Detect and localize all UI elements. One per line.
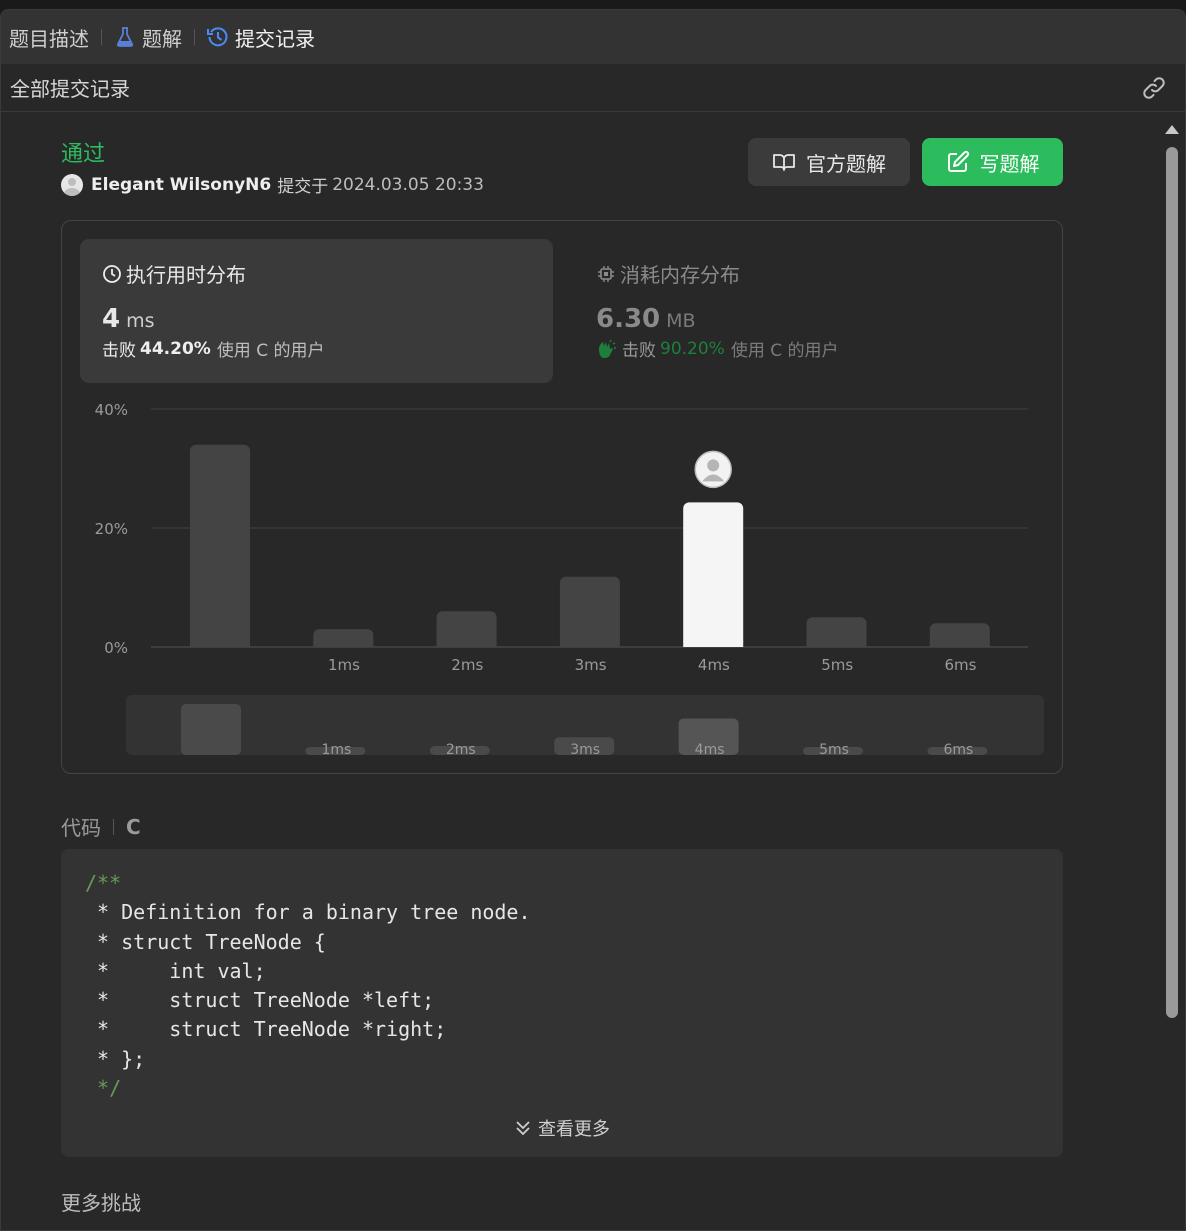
navigator-tick-label: 6ms <box>943 742 973 758</box>
y-tick-label: 40% <box>95 401 128 419</box>
x-tick-label: 2ms <box>451 656 483 674</box>
view-more-label: 查看更多 <box>538 1119 610 1140</box>
code-language: C <box>126 814 141 839</box>
double-chevron-down-icon <box>514 1119 532 1137</box>
x-tick-label: 5ms <box>821 656 853 674</box>
x-tick-label: 1ms <box>328 656 360 674</box>
navigator-tick-label: 3ms <box>570 742 600 758</box>
submission-status: 通过 <box>61 142 106 167</box>
avatar-head <box>707 459 720 472</box>
memory-value: 6.30 <box>596 304 661 334</box>
code-label-divider <box>113 818 114 835</box>
tab-bar: 题目描述 题解 提交记录 <box>1 10 1185 64</box>
code-line: * Definition for a binary tree node. <box>85 900 531 925</box>
username[interactable]: Elegant WilsonyN6 <box>91 175 271 195</box>
runtime-beat-tail: 使用 C 的用户 <box>216 341 325 361</box>
runtime-card[interactable]: 执行用时分布 4 ms 击败 44.20% 使用 C 的用户 <box>80 239 553 383</box>
code-line: * }; <box>85 1046 146 1071</box>
y-tick-label: 0% <box>104 639 128 657</box>
avatar[interactable] <box>61 173 83 196</box>
x-tick-label: 3ms <box>575 656 607 674</box>
bar-base <box>683 641 744 647</box>
scroll-up-arrow[interactable] <box>1165 125 1179 134</box>
tab-submissions-label: 提交记录 <box>235 26 315 51</box>
memory-title: 消耗内存分布 <box>596 259 1044 288</box>
submitted-label: 提交于 <box>277 177 329 197</box>
runtime-value-row: 4 ms <box>102 304 553 334</box>
code-line: * struct TreeNode *left; <box>85 988 435 1013</box>
clapping-hands-icon <box>596 339 618 359</box>
submission-window: 题目描述 题解 提交记录 全部提交记录 通过 Elegant WilsonyN6… <box>0 9 1186 1231</box>
bar <box>559 576 620 647</box>
link-icon[interactable] <box>1141 75 1167 101</box>
code-label: 代码 <box>61 816 101 840</box>
official-solution-label: 官方题解 <box>806 151 886 176</box>
all-submissions-title[interactable]: 全部提交记录 <box>10 73 130 102</box>
submission-time: 2024.03.05 20:33 <box>332 174 484 195</box>
submissions-header: 全部提交记录 <box>1 64 1185 112</box>
code-line: /** <box>85 871 122 895</box>
more-challenges-heading: 更多挑战 <box>61 1191 141 1215</box>
navigator-tick-label: 1ms <box>321 742 351 758</box>
write-solution-button[interactable]: 写题解 <box>922 138 1063 186</box>
bar <box>190 444 250 647</box>
book-icon <box>772 150 796 174</box>
navigator-bar <box>181 704 241 755</box>
code-line: * struct TreeNode *right; <box>85 1017 447 1042</box>
tab-solutions-label: 题解 <box>142 26 182 51</box>
memory-value-row: 6.30 MB <box>596 304 1044 334</box>
runtime-unit: ms <box>126 310 155 332</box>
y-tick-label: 20% <box>95 520 128 538</box>
bar-base <box>806 641 867 647</box>
tab-description[interactable]: 题目描述 <box>9 10 89 64</box>
clock-icon <box>102 264 122 284</box>
memory-card[interactable]: 消耗内存分布 6.30 MB 击败 90.20% 使用 C 的用户 <box>574 239 1044 383</box>
tab-divider <box>101 29 102 45</box>
official-solution-button[interactable]: 官方题解 <box>748 138 910 186</box>
runtime-beat-percent: 44.20% <box>140 338 211 359</box>
memory-beat: 击败 90.20% 使用 C 的用户 <box>596 336 1044 361</box>
bar-base <box>313 641 374 647</box>
write-solution-label: 写题解 <box>979 151 1040 176</box>
edit-icon <box>946 150 970 174</box>
memory-beat-tail: 使用 C 的用户 <box>730 341 839 361</box>
tab-solutions[interactable]: 题解 <box>114 10 182 64</box>
scrollbar-thumb[interactable] <box>1166 147 1178 1018</box>
memory-beat-label: 击败 <box>622 341 656 361</box>
runtime-beat-label: 击败 <box>102 341 136 361</box>
memory-beat-percent: 90.20% <box>660 338 725 359</box>
memory-unit: MB <box>666 310 696 332</box>
bar-base <box>559 641 620 647</box>
navigator-tick-label: 4ms <box>695 742 725 758</box>
bar-base <box>929 641 990 647</box>
code-line: * int val; <box>85 958 266 983</box>
memory-title-text: 消耗内存分布 <box>620 263 740 287</box>
tab-description-label: 题目描述 <box>9 26 89 51</box>
code-section-label: 代码 C <box>61 812 141 841</box>
bar <box>683 502 744 647</box>
tab-divider <box>194 29 195 45</box>
navigator-tick-label: 2ms <box>446 742 476 758</box>
submission-byline: Elegant WilsonyN6 提交于 2024.03.05 20:33 <box>61 172 484 197</box>
navigator-tick-label: 5ms <box>819 742 849 758</box>
view-more-button[interactable]: 查看更多 <box>61 1115 1063 1141</box>
stats-panel: 0% 20% 40% 1ms 2ms 3ms 4ms 5ms 6ms 1ms 2ms 3ms 4ms 5m… <box>61 220 1063 774</box>
code-line: * struct TreeNode { <box>85 929 326 954</box>
bar-base <box>190 641 250 647</box>
code-block[interactable]: /** * Definition for a binary tree node.… <box>61 849 1063 1157</box>
history-icon <box>207 26 229 48</box>
x-tick-label: 6ms <box>945 656 977 674</box>
x-tick-label: 4ms <box>698 656 730 674</box>
runtime-title: 执行用时分布 <box>102 259 553 288</box>
chip-icon <box>596 264 616 284</box>
tab-submissions[interactable]: 提交记录 <box>207 10 315 64</box>
runtime-value: 4 <box>102 304 121 334</box>
code-line: */ <box>85 1076 122 1101</box>
runtime-title-text: 执行用时分布 <box>126 263 246 287</box>
bar-base <box>436 641 497 647</box>
runtime-beat: 击败 44.20% 使用 C 的用户 <box>102 336 553 362</box>
flask-icon <box>114 26 136 48</box>
